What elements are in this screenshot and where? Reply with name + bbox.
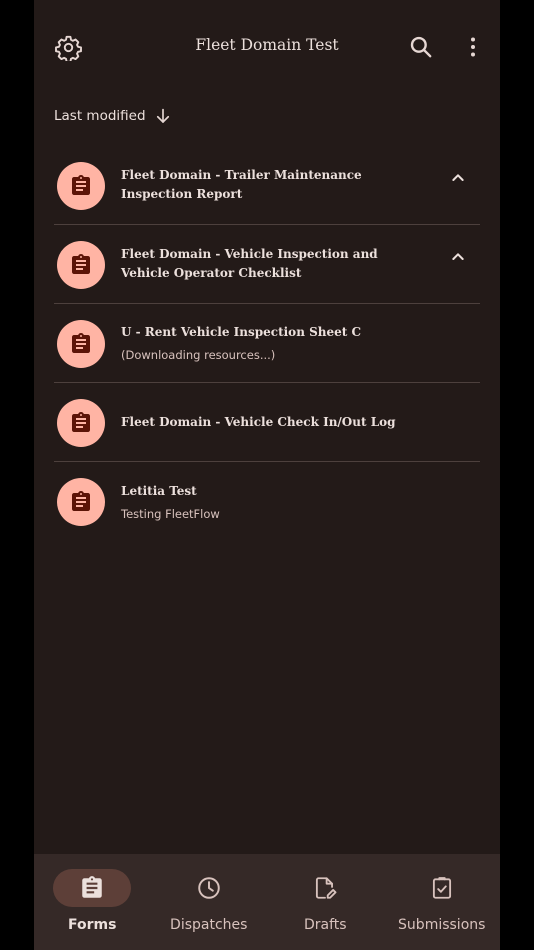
search-icon [410, 36, 432, 58]
list-item[interactable]: Fleet Domain - Vehicle Check In/Out Log [54, 383, 480, 462]
top-app-bar: Fleet Domain Test [34, 0, 500, 95]
nav-icon-wrap [286, 869, 364, 907]
form-text: Fleet Domain - Trailer Maintenance Inspe… [121, 146, 421, 224]
nav-label: Submissions [398, 917, 486, 933]
sort-label: Last modified [54, 108, 146, 124]
chevron-up-icon [452, 174, 464, 181]
app-title: Fleet Domain Test [195, 36, 339, 54]
nav-label: Drafts [303, 917, 347, 933]
form-description: Testing FleetFlow [121, 506, 220, 521]
expand-toggle[interactable] [446, 166, 470, 190]
nav-icon-wrap [403, 869, 481, 907]
form-avatar [57, 320, 105, 368]
clock-icon [198, 877, 220, 899]
bottom-navigation: Forms Dispatches Drafts Submissions [34, 854, 500, 950]
draft-edit-icon [316, 877, 337, 899]
form-avatar [57, 399, 105, 447]
form-text: Fleet Domain - Vehicle Check In/Out Log [121, 383, 421, 461]
gear-icon [54, 35, 82, 61]
list-item[interactable]: Fleet Domain - Trailer Maintenance Inspe… [54, 146, 480, 225]
nav-icon-wrap [170, 869, 248, 907]
form-text: Fleet Domain - Vehicle Inspection and Ve… [121, 225, 421, 303]
form-title: Fleet Domain - Trailer Maintenance Inspe… [121, 168, 362, 201]
nav-label: Dispatches [170, 917, 248, 933]
form-avatar [57, 478, 105, 526]
active-indicator [53, 869, 132, 907]
arrow-down-icon [156, 108, 169, 123]
form-text: Letitia Test Testing FleetFlow [121, 462, 421, 541]
chevron-up-icon [452, 253, 464, 260]
list-item[interactable]: Letitia Test Testing FleetFlow [54, 462, 480, 541]
clipboard-icon [72, 412, 90, 432]
list-item[interactable]: Fleet Domain - Vehicle Inspection and Ve… [54, 225, 480, 304]
form-avatar [57, 241, 105, 289]
form-list: Fleet Domain - Trailer Maintenance Inspe… [54, 146, 480, 541]
form-text: U - Rent Vehicle Inspection Sheet C (Dow… [121, 304, 421, 382]
nav-item-forms[interactable]: Forms [34, 854, 151, 950]
clipboard-icon [72, 333, 90, 353]
search-button[interactable] [401, 27, 441, 67]
app-screen: Fleet Domain Test Last modified Fleet Do… [34, 0, 500, 950]
form-title: Letitia Test [121, 483, 197, 498]
nav-label: Forms [68, 917, 117, 933]
nav-item-dispatches[interactable]: Dispatches [151, 854, 268, 950]
form-title: U - Rent Vehicle Inspection Sheet C [121, 325, 362, 339]
more-options-button[interactable] [453, 27, 493, 67]
clipboard-icon [72, 175, 90, 195]
clipboard-check-icon [432, 877, 451, 899]
form-avatar [57, 162, 105, 210]
sort-control[interactable]: Last modified [54, 104, 172, 128]
clipboard-icon [72, 491, 90, 511]
clipboard-icon [72, 254, 90, 274]
nav-item-submissions[interactable]: Submissions [384, 854, 501, 950]
settings-button[interactable] [48, 27, 88, 67]
form-title: Fleet Domain - Vehicle Check In/Out Log [121, 414, 396, 429]
more-vert-icon [471, 37, 475, 57]
clipboard-icon [82, 876, 102, 898]
form-title: Fleet Domain - Vehicle Inspection and Ve… [121, 247, 378, 280]
form-status: (Downloading resources...) [121, 348, 276, 362]
nav-item-drafts[interactable]: Drafts [267, 854, 384, 950]
expand-toggle[interactable] [446, 245, 470, 269]
list-item[interactable]: U - Rent Vehicle Inspection Sheet C (Dow… [54, 304, 480, 383]
